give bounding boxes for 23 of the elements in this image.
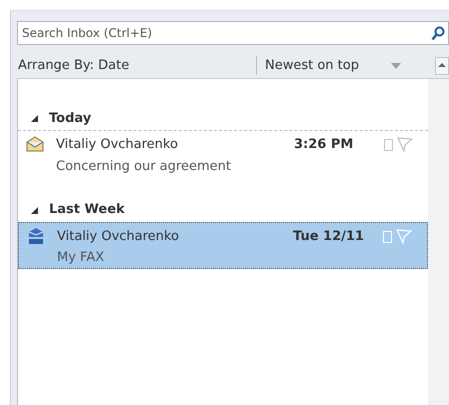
received-time: Tue 12/11 <box>293 228 365 246</box>
sender-name: Vitaliy Ovcharenko <box>57 228 180 246</box>
search-icon <box>431 26 445 41</box>
scroll-up-icon[interactable] <box>435 56 449 74</box>
group-header[interactable]: Last Week <box>49 200 125 220</box>
fax-icon <box>27 227 45 246</box>
sort-order-label[interactable]: Newest on top <box>257 56 391 76</box>
arrange-by-label[interactable]: Arrange By: Date <box>17 56 257 76</box>
envelope-icon <box>26 136 44 152</box>
message-row[interactable]: Vitaliy Ovcharenko 3:26 PM Concerning our agreement <box>18 131 428 178</box>
message-row[interactable]: Vitaliy Ovcharenko Tue 12/11 My FAX <box>18 222 428 269</box>
collapse-icon[interactable] <box>30 206 39 214</box>
received-time: 3:26 PM <box>294 136 354 154</box>
message-subject: Concerning our agreement <box>56 158 232 176</box>
category-icon[interactable] <box>384 137 393 152</box>
message-subject: My FAX <box>57 248 106 266</box>
dropdown-icon[interactable] <box>391 62 401 68</box>
collapse-icon[interactable] <box>30 114 39 123</box>
group-header[interactable]: Today <box>49 108 92 128</box>
sender-name: Vitaliy Ovcharenko <box>56 136 179 154</box>
flag-icon[interactable] <box>397 136 413 152</box>
search-field[interactable]: Search Inbox (Ctrl+E) <box>17 21 449 45</box>
category-icon[interactable] <box>383 229 392 244</box>
